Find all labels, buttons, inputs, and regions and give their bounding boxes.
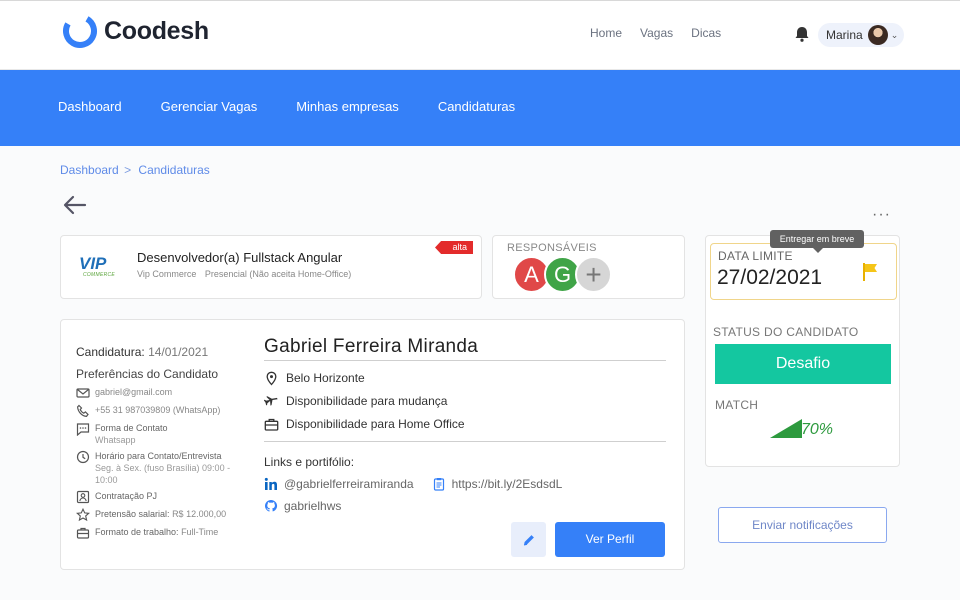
responsaveis-title: RESPONSÁVEIS [507,242,597,254]
portfolio-link[interactable]: https://bit.ly/2EsdsdL [432,477,562,491]
status-label: STATUS DO CANDIDATO [713,325,859,339]
edit-button[interactable] [511,522,546,557]
phone-icon [76,404,89,418]
candidate-card: Candidatura: 14/01/2021 Preferências do … [60,319,685,570]
main-nav: Dashboard Gerenciar Vagas Minhas empresa… [58,99,515,114]
match-label: MATCH [715,398,759,412]
job-meta: Vip Commerce Presencial (Não aceita Home… [137,269,357,279]
clipboard-icon [433,478,444,491]
more-dots-icon[interactable]: ··· [872,207,891,223]
nav-dicas[interactable]: Dicas [691,26,721,40]
deadline-value: 27/02/2021 [717,266,823,289]
application-date: Candidatura: 14/01/2021 [76,345,209,359]
job-location: Presencial (Não aceita Home-Office) [204,269,352,279]
view-profile-button[interactable]: Ver Perfil [555,522,665,557]
candidate-info-list: Belo Horizonte Disponibilidade para muda… [264,369,465,438]
pref-salary: Pretensão salarial: R$ 12.000,00 [76,508,251,522]
preferences-title: Preferências do Candidato [76,367,219,381]
status-button[interactable]: Desafio [715,344,891,384]
deadline-box: DATA LIMITE 27/02/2021 [710,243,897,300]
priority-badge: alta [435,241,473,254]
github-icon [265,500,278,512]
main-nav-gerenciar-vagas[interactable]: Gerenciar Vagas [161,99,258,114]
main-nav-bar: Dashboard Gerenciar Vagas Minhas empresa… [0,70,960,146]
pencil-icon [523,534,534,545]
match-value: 70% [801,421,834,438]
deadline-tooltip: Entregar em breve [770,230,864,253]
links-title: Links e portifólio: [264,455,355,469]
pref-contact-hours: Horário para Contato/Entrevista Seg. à Se… [76,450,251,486]
preferences-list: gabriel@gmail.com +55 31 987039809 (What… [76,386,251,544]
candidate-name: Gabriel Ferreira Miranda [264,336,479,357]
user-menu[interactable]: Marina ⌄ [818,23,904,47]
chevron-down-icon: ⌄ [890,29,899,40]
brand-logo[interactable]: Coodesh [62,13,209,49]
bell-icon[interactable] [793,25,811,43]
send-notifications-button[interactable]: Enviar notificações [718,507,887,543]
company-logo: VIP COMMERCE [79,254,116,278]
location-pin-icon [266,371,277,385]
main-nav-dashboard[interactable]: Dashboard [58,99,122,114]
linkedin-icon [264,477,277,490]
pref-contact-form: Forma de Contato Whatsapp [76,422,251,446]
breadcrumb-dashboard[interactable]: Dashboard [60,163,119,177]
briefcase-icon [76,527,90,539]
responsaveis-avatars: A G + [513,256,612,293]
breadcrumb-separator: > [124,163,132,177]
back-arrow-icon[interactable] [62,194,88,216]
divider [264,360,666,361]
briefcase-icon [264,418,279,431]
main-nav-candidaturas[interactable]: Candidaturas [438,99,515,114]
match-indicator [770,419,802,438]
user-name: Marina [826,28,863,42]
top-header: Coodesh Home Vagas Dicas Marina ⌄ [0,0,960,70]
chat-icon [76,423,90,436]
candidate-city: Belo Horizonte [264,369,465,387]
job-title: Desenvolvedor(a) Fullstack Angular [137,250,343,265]
links-row: @gabrielferreiramiranda https://bit.ly/2… [264,477,580,491]
linkedin-link[interactable]: @gabrielferreiramiranda [264,477,414,491]
pref-hiring: Contratação PJ [76,490,251,504]
nav-vagas[interactable]: Vagas [640,26,673,40]
deadline-label: DATA LIMITE [718,249,793,263]
main-nav-minhas-empresas[interactable]: Minhas empresas [296,99,399,114]
add-responsavel-button[interactable]: + [575,256,612,293]
candidate-home-office: Disponibilidade para Home Office [264,415,465,433]
email-icon [76,388,90,398]
breadcrumb: Dashboard > Candidaturas [60,163,210,177]
flag-icon[interactable] [861,261,879,283]
id-card-icon [76,490,90,504]
top-nav: Home Vagas Dicas [590,26,721,40]
breadcrumb-candidaturas[interactable]: Candidaturas [138,163,209,177]
brand-name: Coodesh [104,16,209,45]
star-icon [76,508,90,522]
coodesh-logo-icon [63,14,97,48]
job-card[interactable]: VIP COMMERCE Desenvolvedor(a) Fullstack … [60,235,482,299]
pref-email: gabriel@gmail.com [76,386,251,400]
avatar [867,25,888,45]
links-row: gabrielhws [264,499,359,513]
divider [264,441,666,442]
airplane-icon [264,395,278,406]
job-company: Vip Commerce [137,269,197,279]
candidate-relocation: Disponibilidade para mudança [264,392,465,410]
github-link[interactable]: gabrielhws [264,499,341,513]
responsaveis-card: RESPONSÁVEIS A G + [492,235,685,299]
status-card: DATA LIMITE 27/02/2021 STATUS DO CANDIDA… [705,235,900,467]
clock-icon [76,450,90,464]
pref-phone: +55 31 987039809 (WhatsApp) [76,404,251,418]
pref-work-format: Formato de trabalho: Full-Time [76,526,251,540]
nav-home[interactable]: Home [590,26,622,40]
